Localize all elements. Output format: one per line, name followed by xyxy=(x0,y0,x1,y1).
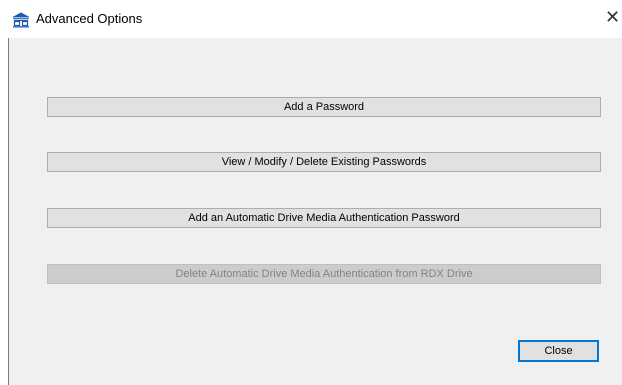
title-bar[interactable]: Advanced Options ✕ xyxy=(0,0,622,38)
add-password-button[interactable]: Add a Password xyxy=(47,97,601,117)
rdx-network-icon xyxy=(12,12,30,28)
close-icon[interactable]: ✕ xyxy=(603,7,622,29)
delete-auto-auth-button: Delete Automatic Drive Media Authenticat… xyxy=(47,264,601,284)
add-auto-auth-password-button[interactable]: Add an Automatic Drive Media Authenticat… xyxy=(47,208,601,228)
close-button[interactable]: Close xyxy=(518,340,599,362)
view-modify-delete-passwords-button[interactable]: View / Modify / Delete Existing Password… xyxy=(47,152,601,172)
dialog-client-area: Add a Password View / Modify / Delete Ex… xyxy=(9,38,622,385)
advanced-options-dialog: Advanced Options ✕ Add a Password View /… xyxy=(0,0,622,385)
window-title: Advanced Options xyxy=(36,11,143,26)
